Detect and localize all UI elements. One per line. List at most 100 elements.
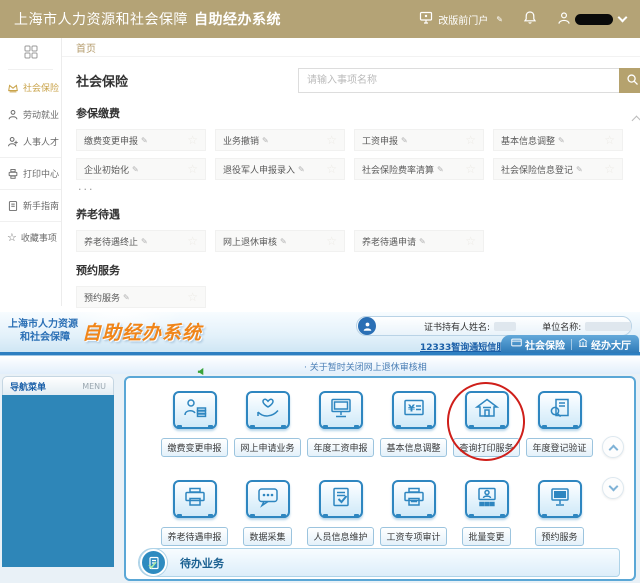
redacted-username	[575, 14, 613, 25]
chevron-down-icon	[608, 482, 618, 492]
sidebar-item-favorites[interactable]: ☆ 收藏事项	[0, 221, 61, 251]
page-title: 社会保险	[76, 71, 128, 90]
favorite-star-icon[interactable]: ☆	[465, 163, 476, 175]
tab-bar: 社会保险 经办大厅	[501, 335, 639, 353]
service-card[interactable]: 养老待遇申请✎☆	[354, 230, 484, 252]
favorite-star-icon[interactable]: ☆	[604, 134, 615, 146]
sidebar-item-label: 劳动就业	[23, 108, 59, 121]
app-tile-pension-apply[interactable]: 养老待遇申报	[158, 480, 231, 546]
worker-icon	[7, 109, 19, 121]
link-icon: ✎	[280, 237, 287, 246]
service-card[interactable]: 网上退休审核✎☆	[215, 230, 345, 252]
presentation-icon	[474, 486, 500, 512]
link-icon: ✎	[576, 165, 583, 174]
breadcrumb[interactable]: 首页	[76, 40, 96, 55]
tab-social-insurance[interactable]: 社会保险	[511, 337, 565, 352]
favorite-star-icon[interactable]: ☆	[465, 235, 476, 247]
bell-icon[interactable]	[523, 10, 537, 29]
top-sidebar: 社会保险 劳动就业 人事人才 打印中心 新手指南	[0, 38, 62, 306]
app-title-system: 自助经办系统	[194, 12, 281, 28]
app-tile-salary-audit[interactable]: 工资专项审计	[377, 480, 450, 546]
todo-doc-icon	[140, 549, 167, 576]
section-title: 养老待遇	[76, 206, 628, 222]
favorite-star-icon[interactable]: ☆	[604, 163, 615, 175]
service-card[interactable]: 社会保险费率清算✎☆	[354, 158, 484, 180]
redacted-value	[585, 322, 631, 331]
favorite-star-icon[interactable]: ☆	[326, 134, 337, 146]
service-card[interactable]: 社会保险信息登记✎☆	[493, 158, 623, 180]
app-tile-annual-verify[interactable]: 年度登记验证	[523, 391, 596, 457]
service-icon-panel: 缴费变更申报 网上申请业务 年度工资申报 ¥ 基本信息调整	[124, 376, 636, 581]
service-card[interactable]: 预约服务✎☆	[76, 286, 206, 308]
chat-dots-icon	[255, 486, 281, 512]
user-menu[interactable]	[557, 10, 626, 29]
svg-text:¥: ¥	[408, 404, 415, 415]
link-icon: ✎	[298, 165, 305, 174]
person-coins-icon	[182, 397, 208, 423]
service-card[interactable]: 退役军人申报录入✎☆	[215, 158, 345, 180]
app-tile-appointment[interactable]: 预约服务	[523, 480, 596, 546]
favorite-star-icon[interactable]: ☆	[326, 235, 337, 247]
bottom-header-bar: 上海市人力资源 和社会保障 自助经办系统 证书持有人姓名: 单位名称: 1233…	[0, 312, 640, 352]
monitor-icon	[419, 11, 433, 27]
sidebar-item-guide[interactable]: 新手指南	[0, 189, 61, 219]
icon-row-1: 缴费变更申报 网上申请业务 年度工资申报 ¥ 基本信息调整	[126, 391, 634, 457]
sidebar-item-print-center[interactable]: 打印中心	[0, 157, 61, 187]
link-icon: ✎	[419, 237, 426, 246]
notice-ticker-bar: · 关于暂时关闭网上退休审核相	[0, 356, 640, 374]
app-tile-payment-change[interactable]: 缴费变更申报	[158, 391, 231, 457]
service-card[interactable]: 缴费变更申报✎☆	[76, 129, 206, 151]
favorite-star-icon[interactable]: ☆	[465, 134, 476, 146]
screenshot-stage: 上海市人力资源和社会保障自助经办系统 改版前门户 ✎	[0, 0, 640, 583]
link-icon: ✎	[496, 15, 503, 24]
favorite-star-icon[interactable]: ☆	[187, 235, 198, 247]
service-card[interactable]: 工资申报✎☆	[354, 129, 484, 151]
service-card[interactable]: 企业初始化✎☆	[76, 158, 206, 180]
hall-icon	[578, 338, 588, 350]
doc-search-icon	[547, 397, 573, 423]
app-tile-annual-salary[interactable]: 年度工资申报	[304, 391, 377, 457]
nav-sidebar: 导航菜单 MENU	[2, 376, 114, 567]
todo-section-bar[interactable]: 待办业务	[138, 548, 620, 577]
bottom-body: 导航菜单 MENU 缴费变更申报 网上申请业务	[0, 374, 640, 583]
app-tile-basic-info[interactable]: ¥ 基本信息调整	[377, 391, 450, 457]
old-portal-link[interactable]: 改版前门户 ✎	[419, 11, 503, 27]
link-icon: ✎	[132, 165, 139, 174]
app-tile-query-print[interactable]: 查询打印服务	[450, 391, 523, 457]
app-title: 上海市人力资源和社会保障自助经办系统	[14, 9, 281, 29]
user-icon	[557, 10, 571, 29]
app-tile-online-apply[interactable]: 网上申请业务	[231, 391, 304, 457]
notice-text[interactable]: · 关于暂时关闭网上退休审核相	[304, 360, 427, 373]
favorite-star-icon[interactable]: ☆	[187, 291, 198, 303]
person-icon	[7, 136, 19, 148]
favorite-star-icon[interactable]: ☆	[187, 163, 198, 175]
favorite-star-icon[interactable]: ☆	[326, 163, 337, 175]
sidebar-item-employment[interactable]: 劳动就业	[0, 101, 61, 128]
more-items-indicator[interactable]: ···	[78, 183, 628, 196]
collapse-chevron-icon[interactable]	[632, 116, 640, 126]
search-button[interactable]	[619, 68, 640, 93]
nav-sidebar-header[interactable]: 导航菜单 MENU	[2, 376, 114, 395]
hand-heart-icon	[255, 397, 281, 423]
search-bar	[298, 68, 640, 93]
apps-grid-icon[interactable]	[8, 44, 53, 70]
scroll-up-button[interactable]	[602, 436, 624, 458]
card-yuan-icon: ¥	[401, 397, 427, 423]
service-card[interactable]: 基本信息调整✎☆	[493, 129, 623, 151]
service-card[interactable]: 业务撤销✎☆	[215, 129, 345, 151]
top-app-window: 上海市人力资源和社会保障自助经办系统 改版前门户 ✎	[0, 0, 640, 306]
search-input[interactable]	[298, 68, 619, 93]
nav-menu-subtitle: MENU	[82, 382, 106, 391]
app-tile-personnel-info[interactable]: 人员信息维护	[304, 480, 377, 546]
scroll-down-button[interactable]	[602, 477, 624, 499]
app-tile-batch-change[interactable]: 批量变更	[450, 480, 523, 546]
sidebar-item-personnel[interactable]: 人事人才	[0, 128, 61, 155]
favorite-star-icon[interactable]: ☆	[187, 134, 198, 146]
sidebar-item-label: 新手指南	[23, 199, 59, 212]
tab-service-hall[interactable]: 经办大厅	[578, 337, 631, 352]
doc-check-icon	[328, 486, 354, 512]
service-card[interactable]: 养老待遇终止✎☆	[76, 230, 206, 252]
sidebar-item-label: 收藏事项	[21, 231, 57, 244]
app-tile-data-collect[interactable]: 数据采集	[231, 480, 304, 546]
sidebar-item-social-insurance[interactable]: 社会保险	[0, 74, 61, 101]
